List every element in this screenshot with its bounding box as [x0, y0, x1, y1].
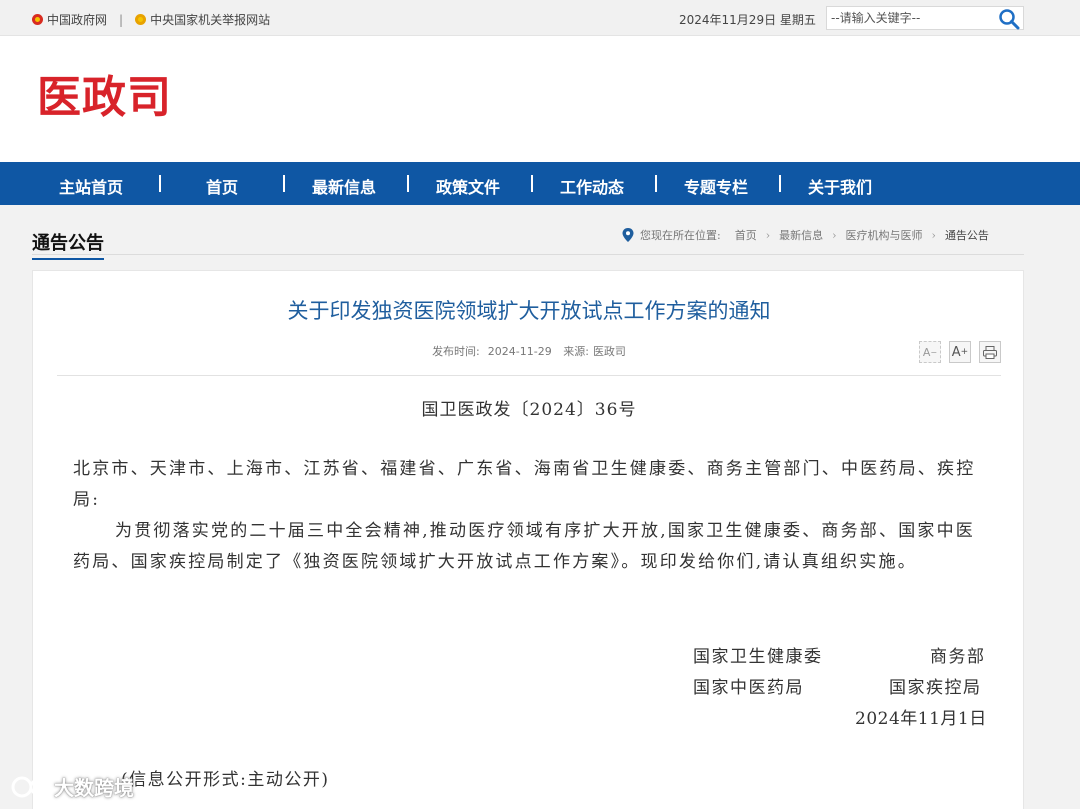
search-box	[826, 6, 1024, 30]
article-body: 北京市、天津市、上海市、江苏省、福建省、广东省、海南省卫生健康委、商务主管部门、…	[73, 454, 991, 578]
chevron-right-icon: ›	[765, 228, 771, 242]
font-larger-button[interactable]: A +	[949, 341, 971, 363]
top-separator: |	[119, 12, 124, 27]
nav-divider	[779, 175, 781, 192]
breadcrumb-latest[interactable]: 最新信息	[779, 227, 823, 243]
publish-label: 发布时间:	[432, 345, 480, 358]
top-bar: 中国政府网 | 中央国家机关举报网站 2024年11月29日 星期五	[0, 0, 1080, 36]
signatory-natcm: 国家中医药局	[693, 678, 804, 698]
watermark: 大数跨境	[10, 772, 134, 801]
source-value: 医政司	[592, 345, 626, 358]
current-date: 2024年11月29日 星期五	[679, 13, 816, 27]
top-links: 中国政府网 | 中央国家机关举报网站	[32, 11, 270, 28]
chevron-right-icon: ›	[832, 228, 837, 242]
disclosure-note: (信息公开形式:主动公开)	[121, 770, 330, 790]
site-header: 医政司	[0, 36, 1080, 162]
breadcrumb-medical-institutions[interactable]: 医疗机构与医师	[846, 227, 923, 243]
font-smaller-button[interactable]: A −	[919, 341, 941, 363]
nav-divider	[655, 175, 657, 192]
article-tools: A − A +	[919, 341, 1001, 363]
breadcrumb-notices[interactable]: 通告公告	[945, 227, 989, 243]
nav-item-latest[interactable]: 最新信息	[312, 174, 376, 198]
article-card: 关于印发独资医院领域扩大开放试点工作方案的通知 发布时间: 2024-11-29 …	[32, 270, 1024, 809]
gov-portal-link[interactable]: 中国政府网	[32, 11, 107, 28]
gov-portal-label: 中国政府网	[47, 13, 108, 27]
nav-item-home[interactable]: 首页	[206, 174, 238, 198]
addressee: 北京市、天津市、上海市、江苏省、福建省、广东省、海南省卫生健康委、商务主管部门、…	[73, 459, 976, 510]
watermark-logo-icon	[11, 776, 47, 797]
nav-divider	[283, 175, 285, 192]
search-input[interactable]	[827, 7, 992, 29]
chevron-right-icon: ›	[931, 228, 936, 242]
nav-divider	[159, 175, 161, 192]
document-number: 国卫医政发〔2024〕36号	[421, 400, 637, 420]
report-emblem-icon	[135, 14, 147, 25]
print-button[interactable]	[979, 341, 1001, 363]
section-divider	[32, 254, 1024, 255]
nav-item-topics[interactable]: 专题专栏	[684, 174, 748, 198]
source-label: 来源:	[563, 345, 589, 358]
nav-divider	[531, 175, 533, 192]
breadcrumb-prefix: 您现在所在位置:	[640, 229, 721, 242]
watermark-text: 大数跨境	[54, 776, 134, 800]
body-paragraph: 为贯彻落实党的二十届三中全会精神,推动医疗领域有序扩大开放,国家卫生健康委、商务…	[73, 521, 976, 572]
search-icon[interactable]	[997, 8, 1021, 30]
location-pin-icon	[622, 228, 634, 242]
national-emblem-icon	[32, 14, 43, 25]
font-larger-label: A	[951, 344, 961, 360]
article-divider	[57, 375, 1001, 376]
report-site-label: 中央国家机关举报网站	[150, 13, 271, 27]
signatory-mofcom: 商务部	[930, 647, 986, 667]
main-nav: 主站首页 首页 最新信息 政策文件 工作动态 专题专栏 关于我们	[0, 162, 1080, 205]
report-site-link[interactable]: 中央国家机关举报网站	[135, 11, 270, 28]
signature-date: 2024年11月1日	[855, 709, 987, 729]
nav-divider	[407, 175, 409, 192]
signatory-nhc: 国家卫生健康委	[693, 647, 823, 667]
breadcrumb: 您现在所在位置: 首页 › 最新信息 › 医疗机构与医师 › 通告公告	[622, 227, 989, 243]
site-logo[interactable]: 医政司	[37, 76, 172, 120]
section-title: 通告公告	[32, 229, 104, 260]
nav-item-policy[interactable]: 政策文件	[436, 174, 500, 198]
article-meta: 发布时间: 2024-11-29 来源: 医政司	[33, 343, 1025, 359]
printer-icon	[983, 345, 997, 359]
breadcrumb-home[interactable]: 首页	[735, 227, 757, 243]
article-title: 关于印发独资医院领域扩大开放试点工作方案的通知	[287, 299, 771, 323]
signatory-ndcpa: 国家疾控局	[889, 678, 982, 698]
font-smaller-label: A	[922, 345, 931, 359]
nav-item-main-home[interactable]: 主站首页	[59, 174, 123, 198]
publish-date: 2024-11-29	[487, 345, 552, 358]
nav-item-work-news[interactable]: 工作动态	[560, 174, 624, 198]
nav-item-about[interactable]: 关于我们	[808, 174, 872, 198]
